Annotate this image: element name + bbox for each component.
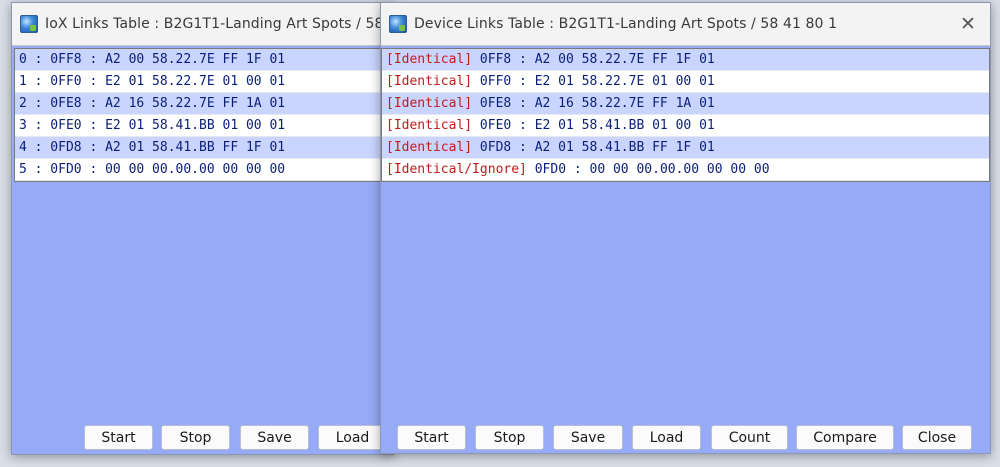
device-compare-button[interactable]: Compare [796, 425, 894, 450]
iox-links-table-window: IoX Links Table : B2G1T1-Landing Art Spo… [11, 2, 394, 455]
link-record: 0FD8 : A2 01 58.41.BB FF 1F 01 [472, 140, 715, 155]
iox-link-row[interactable]: 0 : 0FF8 : A2 00 58.22.7E FF 1F 01 [15, 49, 389, 71]
device-save-button[interactable]: Save [553, 425, 623, 450]
device-load-button[interactable]: Load [632, 425, 701, 450]
link-record: 0FD0 : 00 00 00.00.00 00 00 00 [526, 162, 770, 177]
device-count-button[interactable]: Count [711, 425, 788, 450]
device-link-row[interactable]: [Identical] 0FD8 : A2 01 58.41.BB FF 1F … [382, 137, 989, 159]
app-globe-icon [20, 15, 38, 33]
iox-link-row[interactable]: 3 : 0FE0 : E2 01 58.41.BB 01 00 01 [15, 115, 389, 137]
iox-window-title: IoX Links Table : B2G1T1-Landing Art Spo… [45, 16, 393, 32]
iox-stop-button[interactable]: Stop [161, 425, 230, 450]
iox-start-button[interactable]: Start [84, 425, 153, 450]
device-window-titlebar[interactable]: Device Links Table : B2G1T1-Landing Art … [381, 3, 990, 46]
link-record: 0FE8 : A2 16 58.22.7E FF 1A 01 [472, 96, 715, 111]
app-globe-icon [389, 15, 407, 33]
device-window-title: Device Links Table : B2G1T1-Landing Art … [414, 16, 838, 32]
link-record: 0FE0 : E2 01 58.41.BB 01 00 01 [472, 118, 715, 133]
iox-link-row[interactable]: 2 : 0FE8 : A2 16 58.22.7E FF 1A 01 [15, 93, 389, 115]
status-tag: [Identical/Ignore] [386, 162, 527, 177]
device-stop-button[interactable]: Stop [475, 425, 544, 450]
device-link-row[interactable]: [Identical] 0FF8 : A2 00 58.22.7E FF 1F … [382, 49, 989, 71]
status-tag: [Identical] [386, 140, 473, 155]
link-record: 0FF0 : E2 01 58.22.7E 01 00 01 [472, 74, 715, 89]
iox-window-titlebar[interactable]: IoX Links Table : B2G1T1-Landing Art Spo… [12, 3, 393, 46]
iox-load-button[interactable]: Load [318, 425, 387, 450]
iox-save-button[interactable]: Save [240, 425, 309, 450]
close-icon[interactable]: ✕ [956, 12, 980, 36]
iox-link-row[interactable]: 5 : 0FD0 : 00 00 00.00.00 00 00 00 [15, 159, 389, 181]
device-start-button[interactable]: Start [397, 425, 466, 450]
device-links-list[interactable]: [Identical] 0FF8 : A2 00 58.22.7E FF 1F … [381, 48, 990, 182]
device-links-table-window: Device Links Table : B2G1T1-Landing Art … [380, 2, 991, 454]
device-link-row[interactable]: [Identical/Ignore] 0FD0 : 00 00 00.00.00… [382, 159, 989, 181]
device-link-row[interactable]: [Identical] 0FF0 : E2 01 58.22.7E 01 00 … [382, 71, 989, 93]
device-close-button[interactable]: Close [902, 425, 972, 450]
link-record: 0FF8 : A2 00 58.22.7E FF 1F 01 [472, 52, 715, 67]
status-tag: [Identical] [386, 96, 473, 111]
device-link-row[interactable]: [Identical] 0FE8 : A2 16 58.22.7E FF 1A … [382, 93, 989, 115]
iox-link-row[interactable]: 1 : 0FF0 : E2 01 58.22.7E 01 00 01 [15, 71, 389, 93]
status-tag: [Identical] [386, 74, 473, 89]
iox-links-list[interactable]: 0 : 0FF8 : A2 00 58.22.7E FF 1F 01 1 : 0… [14, 48, 390, 182]
status-tag: [Identical] [386, 52, 473, 67]
iox-link-row[interactable]: 4 : 0FD8 : A2 01 58.41.BB FF 1F 01 [15, 137, 389, 159]
status-tag: [Identical] [386, 118, 473, 133]
device-link-row[interactable]: [Identical] 0FE0 : E2 01 58.41.BB 01 00 … [382, 115, 989, 137]
